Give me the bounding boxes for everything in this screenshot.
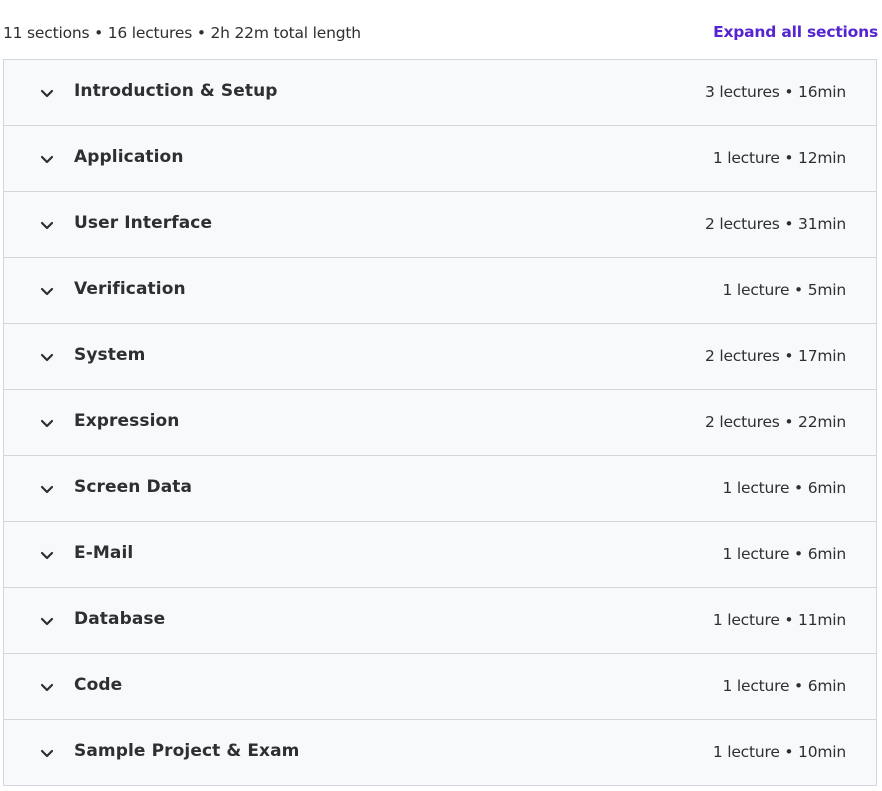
chevron-down-icon xyxy=(38,612,56,630)
section-meta: 3 lectures • 16min xyxy=(704,83,846,101)
chevron-down-icon xyxy=(38,678,56,696)
section-row[interactable]: Expression 2 lectures • 22min xyxy=(4,390,876,456)
chevron-down-icon xyxy=(38,480,56,498)
section-title: Screen Data xyxy=(74,477,193,497)
section-row[interactable]: Sample Project & Exam 1 lecture • 10min xyxy=(4,720,876,786)
section-meta: 1 lecture • 11min xyxy=(712,611,846,629)
chevron-down-icon xyxy=(38,150,56,168)
section-title: Code xyxy=(74,675,123,695)
section-row[interactable]: E-Mail 1 lecture • 6min xyxy=(4,522,876,588)
section-meta: 1 lecture • 10min xyxy=(712,743,846,761)
section-row[interactable]: Database 1 lecture • 11min xyxy=(4,588,876,654)
section-title: E-Mail xyxy=(74,543,134,563)
chevron-down-icon xyxy=(38,744,56,762)
curriculum-summary: 11 sections • 16 lectures • 2h 22m total… xyxy=(3,24,361,42)
section-title: Sample Project & Exam xyxy=(74,741,300,761)
section-meta: 1 lecture • 6min xyxy=(722,677,846,695)
chevron-down-icon xyxy=(38,216,56,234)
chevron-down-icon xyxy=(38,414,56,432)
chevron-down-icon xyxy=(38,546,56,564)
curriculum-header: 11 sections • 16 lectures • 2h 22m total… xyxy=(0,0,882,59)
section-row[interactable]: Introduction & Setup 3 lectures • 16min xyxy=(4,60,876,126)
section-title: Introduction & Setup xyxy=(74,81,278,101)
section-meta: 2 lectures • 17min xyxy=(704,347,846,365)
section-title: Expression xyxy=(74,411,180,431)
section-title: System xyxy=(74,345,146,365)
chevron-down-icon xyxy=(38,348,56,366)
section-row[interactable]: User Interface 2 lectures • 31min xyxy=(4,192,876,258)
chevron-down-icon xyxy=(38,282,56,300)
section-title: Verification xyxy=(74,279,186,299)
section-meta: 1 lecture • 12min xyxy=(712,149,846,167)
section-meta: 2 lectures • 31min xyxy=(704,215,846,233)
section-meta: 1 lecture • 6min xyxy=(722,479,846,497)
section-row[interactable]: Code 1 lecture • 6min xyxy=(4,654,876,720)
section-meta: 1 lecture • 6min xyxy=(722,545,846,563)
section-row[interactable]: Application 1 lecture • 12min xyxy=(4,126,876,192)
section-title: Application xyxy=(74,147,184,167)
curriculum-sections-list: Introduction & Setup 3 lectures • 16min … xyxy=(3,59,877,786)
expand-all-sections-button[interactable]: Expand all sections xyxy=(713,23,878,41)
section-row[interactable]: Verification 1 lecture • 5min xyxy=(4,258,876,324)
section-title: Database xyxy=(74,609,166,629)
section-title: User Interface xyxy=(74,213,213,233)
chevron-down-icon xyxy=(38,84,56,102)
section-row[interactable]: Screen Data 1 lecture • 6min xyxy=(4,456,876,522)
section-meta: 2 lectures • 22min xyxy=(704,413,846,431)
section-row[interactable]: System 2 lectures • 17min xyxy=(4,324,876,390)
section-meta: 1 lecture • 5min xyxy=(722,281,846,299)
